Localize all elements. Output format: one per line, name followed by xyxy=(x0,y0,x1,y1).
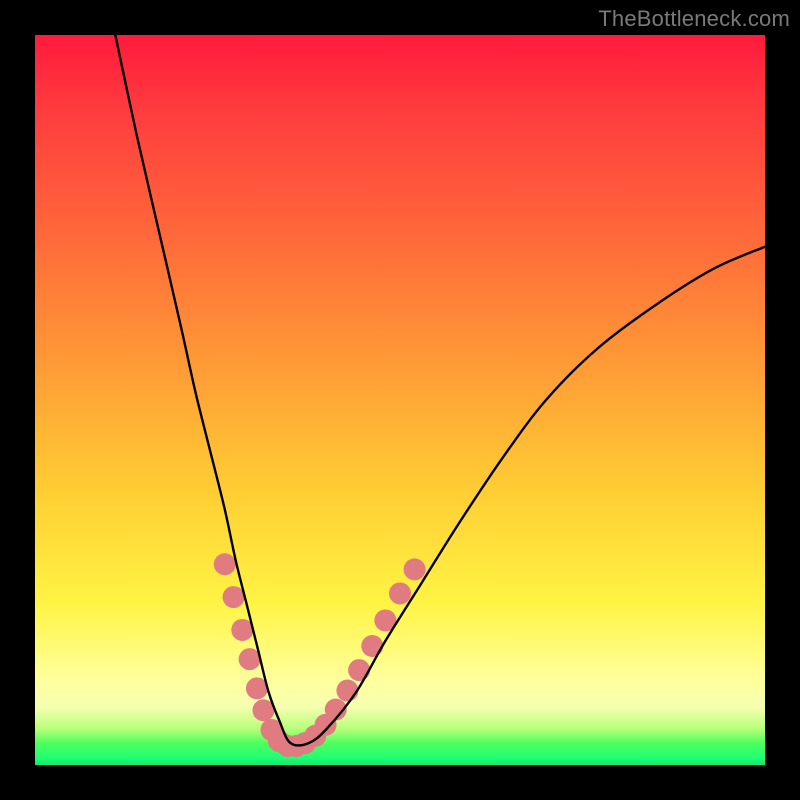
marker-dot xyxy=(404,558,426,580)
marker-dot xyxy=(361,635,383,657)
marker-dot xyxy=(348,659,370,681)
bottleneck-curve xyxy=(115,35,765,745)
marker-dot xyxy=(223,586,245,608)
marker-dot xyxy=(214,553,236,575)
curve-layer xyxy=(35,35,765,765)
chart-frame: TheBottleneck.com xyxy=(0,0,800,800)
marker-group xyxy=(214,553,426,757)
watermark: TheBottleneck.com xyxy=(598,6,790,32)
marker-dot xyxy=(336,680,358,702)
marker-dot xyxy=(389,582,411,604)
plot-area xyxy=(35,35,765,765)
